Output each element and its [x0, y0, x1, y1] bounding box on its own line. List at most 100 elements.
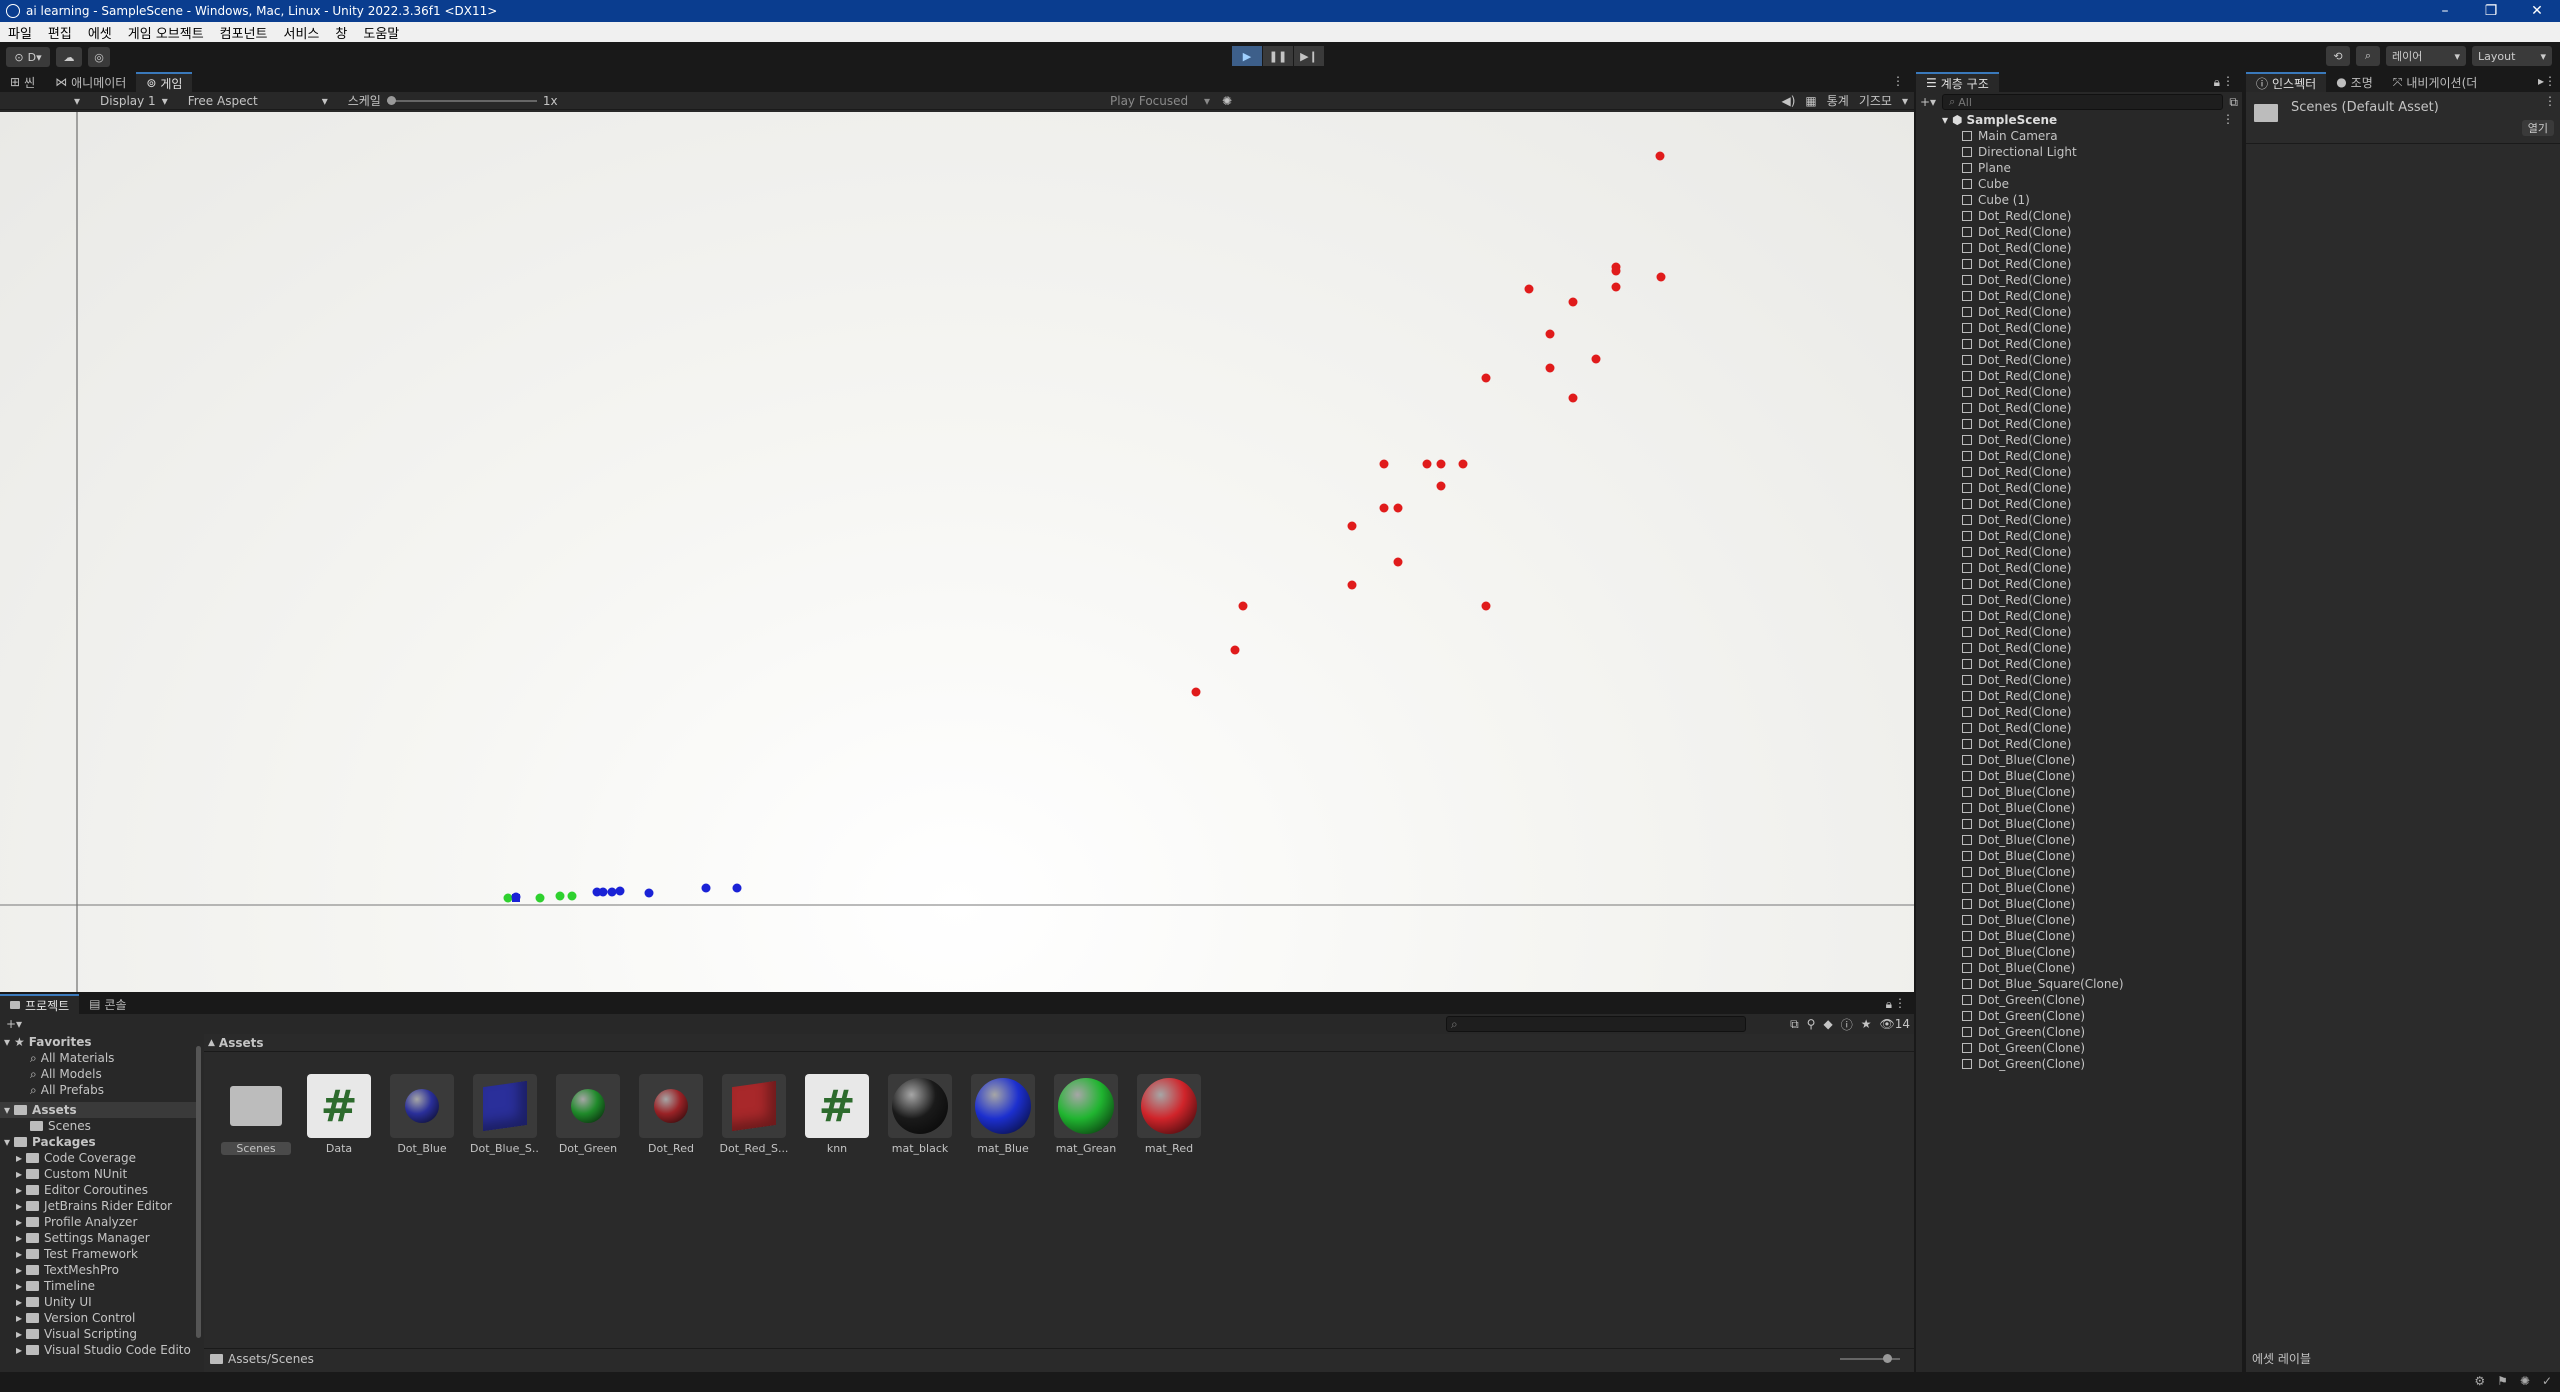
scale-slider[interactable] [386, 95, 537, 105]
hierarchy-item[interactable]: Dot_Blue_Square(Clone) [1962, 976, 2242, 992]
hierarchy-item[interactable]: Dot_Green(Clone) [1962, 1008, 2242, 1024]
project-search-input[interactable]: ⌕ [1446, 1016, 1746, 1032]
package-item[interactable]: ▸ TextMeshPro [0, 1262, 200, 1278]
chevron-right-icon[interactable]: ▸ [16, 1183, 22, 1197]
history-icon[interactable]: ⟲ [2326, 46, 2350, 66]
hierarchy-item[interactable]: Dot_Red(Clone) [1962, 288, 2242, 304]
tab-lighting[interactable]: ● 조명 [2326, 72, 2383, 92]
tab-project[interactable]: 프로젝트 [0, 994, 80, 1014]
hierarchy-item[interactable]: Dot_Blue(Clone) [1962, 912, 2242, 928]
aspect-dropdown[interactable]: Free Aspect ▾ [178, 94, 338, 108]
hierarchy-item[interactable]: Dot_Red(Clone) [1962, 448, 2242, 464]
menu-item[interactable]: 에셋 [80, 23, 120, 42]
chevron-right-icon[interactable]: ▸ [16, 1263, 22, 1277]
hierarchy-item[interactable]: Dot_Red(Clone) [1962, 320, 2242, 336]
tag-icon[interactable]: ◆ [1823, 1017, 1832, 1031]
zoom-slider-thumb[interactable] [1883, 1354, 1892, 1363]
menu-item[interactable]: 서비스 [276, 23, 328, 42]
debug-icon[interactable]: ✺ [2520, 1374, 2530, 1388]
hierarchy-item[interactable]: Dot_Red(Clone) [1962, 736, 2242, 752]
hierarchy-item[interactable]: Dot_Green(Clone) [1962, 1056, 2242, 1072]
account-dropdown[interactable]: ⊙ D ▾ [6, 47, 50, 67]
bug-icon[interactable]: ✺ [1222, 94, 1232, 108]
hierarchy-item[interactable]: Dot_Blue(Clone) [1962, 800, 2242, 816]
menu-item[interactable]: 컴포넌트 [212, 23, 276, 42]
hierarchy-item[interactable]: Dot_Red(Clone) [1962, 208, 2242, 224]
chevron-down-icon[interactable]: ▾ [1942, 113, 1948, 127]
asset-item[interactable]: Dot_Green [553, 1074, 623, 1155]
package-item[interactable]: ▸ Custom NUnit [0, 1166, 200, 1182]
zoom-slider[interactable] [1840, 1354, 1900, 1363]
asset-item[interactable]: Dot_Red [636, 1074, 706, 1155]
tab-navigation[interactable]: ⤧ 내비게이션(더 [2383, 72, 2488, 92]
menu-item[interactable]: 도움말 [355, 23, 407, 42]
asset-item[interactable]: mat_Red [1134, 1074, 1204, 1155]
scene-root[interactable]: ▾ ⬢ SampleScene [1942, 112, 2242, 128]
search-icon[interactable]: ⌕ [2356, 46, 2380, 66]
hierarchy-item[interactable]: Dot_Red(Clone) [1962, 496, 2242, 512]
hierarchy-item[interactable]: Dot_Blue(Clone) [1962, 832, 2242, 848]
stats-button[interactable]: 통계 [1827, 92, 1849, 109]
hierarchy-item[interactable]: Dot_Red(Clone) [1962, 400, 2242, 416]
play-mode-dropdown[interactable]: Play Focused ▾ [1100, 94, 1220, 108]
hierarchy-item[interactable]: Dot_Red(Clone) [1962, 592, 2242, 608]
asset-item[interactable]: mat_Grean [1051, 1074, 1121, 1155]
stats-grid-icon[interactable]: ▦ [1805, 94, 1816, 108]
hierarchy-item[interactable]: Dot_Red(Clone) [1962, 224, 2242, 240]
hierarchy-item[interactable]: Dot_Blue(Clone) [1962, 752, 2242, 768]
game-viewport[interactable] [0, 112, 1914, 992]
menu-item[interactable]: 파일 [0, 23, 40, 42]
tab-game[interactable]: ⊚ 게임 [136, 72, 193, 92]
more-menu-icon[interactable]: ⋮ [2544, 94, 2556, 108]
favorite-item[interactable]: ⌕ All Materials [0, 1050, 200, 1066]
package-item[interactable]: ▸ Code Coverage [0, 1150, 200, 1166]
hierarchy-item[interactable]: Dot_Red(Clone) [1962, 560, 2242, 576]
hierarchy-item[interactable]: Dot_Red(Clone) [1962, 336, 2242, 352]
package-item[interactable]: ▸ JetBrains Rider Editor [0, 1198, 200, 1214]
hierarchy-item[interactable]: Dot_Red(Clone) [1962, 304, 2242, 320]
hierarchy-item[interactable]: Dot_Red(Clone) [1962, 576, 2242, 592]
package-item[interactable]: ▸ Editor Coroutines [0, 1182, 200, 1198]
game-mode-dropdown[interactable]: ▾ [0, 94, 90, 108]
hierarchy-item[interactable]: Dot_Green(Clone) [1962, 1040, 2242, 1056]
hierarchy-item[interactable]: Dot_Red(Clone) [1962, 720, 2242, 736]
asset-item[interactable]: Dot_Red_S... [719, 1074, 789, 1155]
cloud-icon[interactable]: ☁ [56, 47, 82, 67]
packages-header[interactable]: ▾ Packages [0, 1134, 200, 1150]
hierarchy-item[interactable]: Dot_Blue(Clone) [1962, 768, 2242, 784]
sync-icon[interactable]: ⚙ [2474, 1374, 2485, 1388]
gizmos-button[interactable]: 기즈모 [1859, 92, 1892, 109]
tree-item-scenes[interactable]: Scenes [0, 1118, 200, 1134]
favorite-item[interactable]: ⌕ All Models [0, 1066, 200, 1082]
hierarchy-item[interactable]: Cube [1962, 176, 2242, 192]
hierarchy-item[interactable]: Dot_Red(Clone) [1962, 688, 2242, 704]
tab-animator[interactable]: ⋈ 애니메이터 [45, 72, 136, 92]
chevron-right-icon[interactable]: ▸ [16, 1311, 22, 1325]
asset-item[interactable]: # Data [304, 1074, 374, 1155]
package-item[interactable]: ▸ Visual Studio Code Edito [0, 1342, 200, 1358]
asset-item[interactable]: mat_black [885, 1074, 955, 1155]
hierarchy-item[interactable]: Dot_Red(Clone) [1962, 256, 2242, 272]
chevron-right-icon[interactable]: ▸ [16, 1295, 22, 1309]
add-icon[interactable]: +▾ [6, 1017, 22, 1031]
package-item[interactable]: ▸ Test Framework [0, 1246, 200, 1262]
add-icon[interactable]: +▾ [1920, 95, 1936, 109]
hierarchy-item[interactable]: Dot_Red(Clone) [1962, 272, 2242, 288]
hierarchy-search-input[interactable]: ⌕ All [1942, 94, 2224, 110]
tab-scene[interactable]: ⊞ 씬 [0, 72, 45, 92]
filter-by-label-icon[interactable]: ⚲ [1807, 1017, 1816, 1031]
more-menu-icon[interactable]: ⋮ [1892, 74, 1904, 88]
close-button[interactable]: ✕ [2514, 3, 2560, 19]
asset-item[interactable]: mat_Blue [968, 1074, 1038, 1155]
hierarchy-item[interactable]: Dot_Red(Clone) [1962, 704, 2242, 720]
chevron-down-icon[interactable]: ▾ [4, 1103, 10, 1117]
more-menu-icon[interactable]: ⋮ [2222, 112, 2234, 126]
more-menu-icon[interactable]: ⋮ [1894, 996, 1906, 1010]
layout-dropdown[interactable]: Layout ▾ [2472, 46, 2552, 66]
collab-icon[interactable]: ◎ [88, 47, 110, 67]
hierarchy-item[interactable]: Dot_Green(Clone) [1962, 992, 2242, 1008]
asset-item[interactable]: Dot_Blue [387, 1074, 457, 1155]
lock-icon[interactable]: 🔒︎ [1886, 997, 1892, 1012]
hierarchy-item[interactable]: Dot_Red(Clone) [1962, 640, 2242, 656]
minimize-button[interactable]: – [2422, 3, 2468, 19]
